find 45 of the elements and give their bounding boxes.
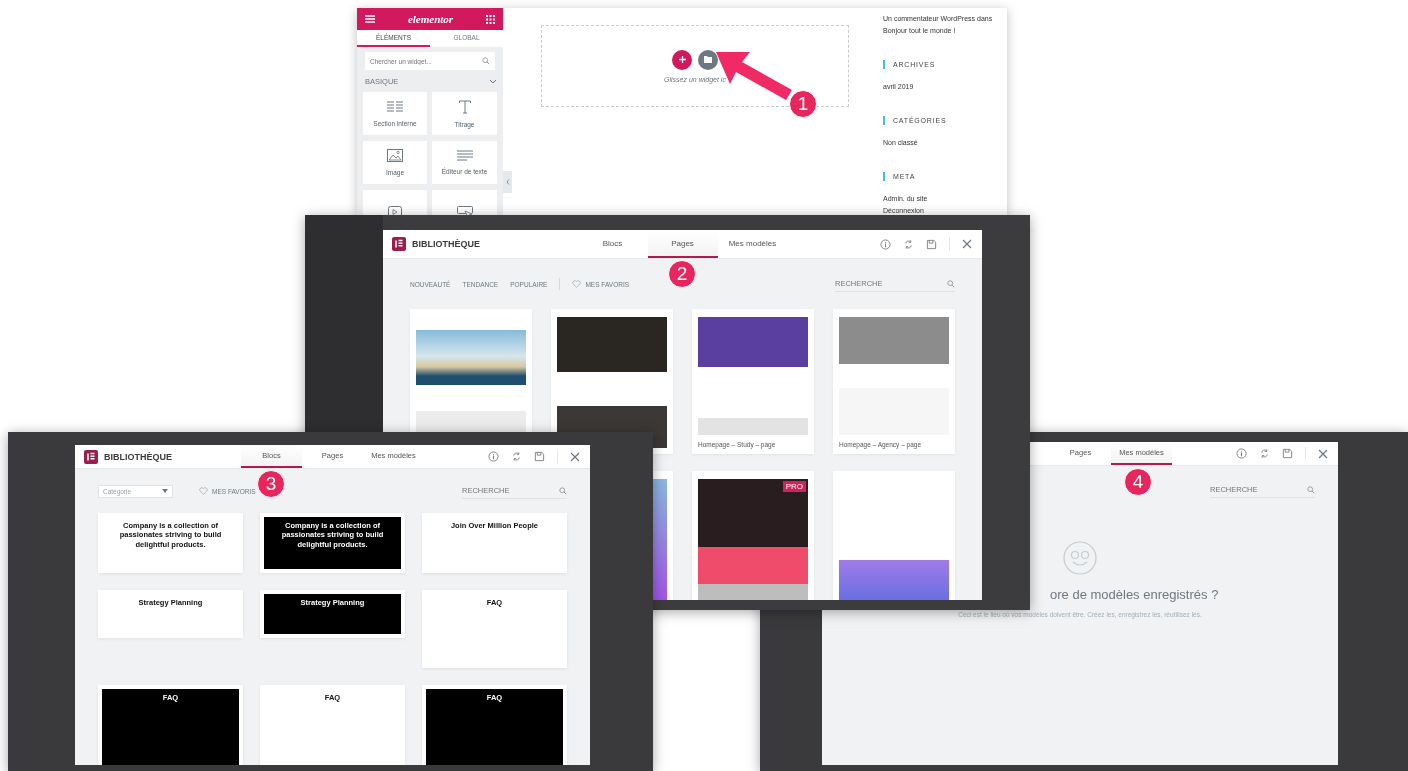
heart-icon <box>199 487 208 495</box>
empty-state-title: ore de modèles enregistrés ? <box>1050 587 1219 602</box>
text-lines-icon <box>456 150 473 161</box>
sync-icon[interactable] <box>1259 448 1270 459</box>
tab[interactable]: Mes modèles <box>717 230 788 258</box>
logo-icon <box>392 237 406 251</box>
close-icon[interactable] <box>962 239 972 249</box>
heart-icon <box>572 280 582 288</box>
help-icon[interactable] <box>1236 448 1247 459</box>
image-icon <box>387 149 403 162</box>
search-icon[interactable] <box>559 486 567 495</box>
sync-icon[interactable] <box>511 451 522 462</box>
pro-badge: PRO <box>782 481 806 492</box>
folder-icon <box>704 56 712 63</box>
search-icon[interactable] <box>947 279 955 288</box>
save-icon[interactable] <box>926 238 937 250</box>
template-library-button[interactable] <box>698 49 718 70</box>
chevron-down-icon[interactable] <box>489 79 497 84</box>
heading-icon <box>458 99 471 114</box>
save-icon[interactable] <box>1282 448 1293 459</box>
cursor-button-icon <box>456 205 473 215</box>
smiley-icon <box>1063 541 1097 575</box>
chevron-left-icon <box>505 179 510 185</box>
caret-icon <box>162 489 168 493</box>
plus-icon <box>678 56 686 63</box>
search-icon[interactable] <box>1307 485 1315 494</box>
dialog-title: BIBLIOTHÈQUE <box>412 239 480 249</box>
columns-icon <box>387 100 403 113</box>
video-icon <box>388 205 402 215</box>
grid-icon[interactable] <box>486 14 495 24</box>
save-icon[interactable] <box>534 451 545 462</box>
help-icon[interactable] <box>488 451 499 462</box>
help-icon[interactable] <box>880 238 891 250</box>
logo-text: elementor <box>407 13 454 25</box>
search-icon[interactable] <box>482 57 490 65</box>
template-card[interactable]: PRO <box>692 471 814 600</box>
close-icon[interactable] <box>570 451 580 462</box>
add-section-button[interactable] <box>672 49 692 70</box>
logo-icon <box>84 449 98 464</box>
close-icon[interactable] <box>1318 448 1328 459</box>
menu-icon[interactable] <box>365 15 375 23</box>
sync-icon[interactable] <box>903 238 914 250</box>
collapse-handle[interactable] <box>503 171 512 193</box>
dialog-title: BIBLIOTHÈQUE <box>104 451 172 462</box>
tab[interactable]: Blocs <box>577 230 648 258</box>
